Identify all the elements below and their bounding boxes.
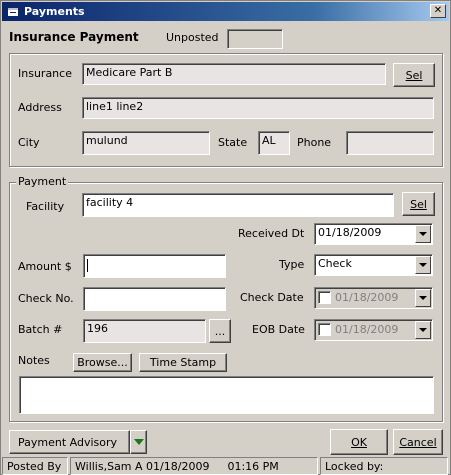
check-date-picker[interactable]: 01/18/2009 [314, 287, 433, 309]
type-value: Check [318, 257, 352, 270]
check-date-label: Check Date [240, 291, 304, 304]
city-label: City [18, 136, 40, 149]
locked-by-cell: Locked by: [320, 457, 448, 475]
unposted-label: Unposted [166, 31, 219, 44]
payment-advisory-label: Payment Advisory [18, 435, 118, 449]
type-dropdown-icon[interactable] [415, 256, 431, 274]
facility-field[interactable]: facility 4 [82, 193, 394, 217]
received-dt-dropdown-icon[interactable] [415, 225, 431, 243]
type-select[interactable]: Check [314, 254, 433, 276]
text-cursor [87, 259, 88, 272]
browse-button-label: Browse... [77, 356, 128, 369]
facility-sel-button[interactable]: Sel [402, 192, 435, 216]
address-label: Address [18, 101, 62, 114]
notes-textarea[interactable] [19, 376, 434, 414]
state-field[interactable]: AL [258, 131, 290, 155]
city-field[interactable]: mulund [82, 131, 210, 155]
facility-sel-label: Sel [410, 197, 427, 211]
ok-button[interactable]: OK [330, 429, 388, 455]
eob-date-checkbox[interactable] [318, 323, 331, 336]
close-icon: ✕ [433, 5, 443, 16]
payments-window: Payments ✕ Insurance Payment Unposted In… [0, 0, 451, 475]
cancel-button-label: Cancel [399, 435, 437, 449]
amount-label: Amount $ [18, 260, 72, 273]
browse-button[interactable]: Browse... [73, 353, 132, 372]
title-bar[interactable]: Payments ✕ [2, 2, 449, 21]
insurance-label: Insurance [18, 67, 72, 80]
received-dt-value: 01/18/2009 [318, 226, 382, 239]
batch-label: Batch # [18, 323, 63, 336]
amount-field[interactable] [83, 254, 226, 278]
eob-date-picker[interactable]: 01/18/2009 [314, 319, 433, 341]
facility-label: Facility [26, 200, 65, 213]
received-dt-label: Received Dt [238, 227, 305, 240]
eob-date-label: EOB Date [252, 323, 305, 336]
check-no-field[interactable] [83, 287, 226, 311]
posted-by-value: Willis,Sam A 01/18/2009 [75, 460, 210, 473]
unposted-field [227, 29, 283, 49]
time-stamp-button-label: Time Stamp [149, 356, 217, 369]
check-date-value: 01/18/2009 [335, 291, 399, 304]
cancel-button[interactable]: Cancel [393, 429, 443, 455]
eob-date-dropdown-icon[interactable] [415, 321, 431, 339]
state-label: State [218, 136, 248, 149]
status-bar: Posted By Willis,Sam A 01/18/2009 01:16 … [2, 457, 449, 475]
batch-field[interactable]: 196 [83, 319, 206, 343]
close-button[interactable]: ✕ [430, 4, 446, 18]
check-date-checkbox[interactable] [318, 291, 331, 304]
window-title: Payments [24, 5, 85, 18]
page-title: Insurance Payment [9, 30, 139, 44]
received-dt-select[interactable]: 01/18/2009 [314, 223, 433, 245]
batch-browse-label: ... [214, 324, 226, 338]
notes-label: Notes [18, 354, 50, 367]
payment-group-title: Payment [16, 175, 69, 188]
time-stamp-button[interactable]: Time Stamp [139, 353, 227, 372]
posted-by-label: Posted By [2, 457, 68, 475]
posted-time-value: 01:16 PM [227, 460, 279, 473]
posted-by-cell: Willis,Sam A 01/18/2009 01:16 PM [70, 457, 318, 475]
payment-advisory-button[interactable]: Payment Advisory [9, 430, 130, 454]
eob-date-value: 01/18/2009 [335, 323, 399, 336]
payment-advisory-dropdown[interactable] [130, 430, 147, 454]
phone-label: Phone [297, 136, 332, 149]
address-field[interactable]: line1 line2 [82, 97, 434, 119]
check-date-dropdown-icon[interactable] [415, 289, 431, 307]
phone-field[interactable] [346, 131, 434, 155]
insurance-field[interactable]: Medicare Part B [82, 63, 386, 85]
dropdown-arrow-icon [133, 439, 144, 445]
insurance-sel-label: Sel [405, 68, 423, 82]
check-no-label: Check No. [18, 292, 74, 305]
insurance-sel-button[interactable]: Sel [393, 63, 435, 87]
batch-browse-button[interactable]: ... [209, 319, 231, 343]
locked-by-label: Locked by: [325, 460, 384, 473]
app-icon [6, 5, 20, 19]
ok-button-label: OK [351, 435, 367, 449]
type-label: Type [279, 258, 305, 271]
